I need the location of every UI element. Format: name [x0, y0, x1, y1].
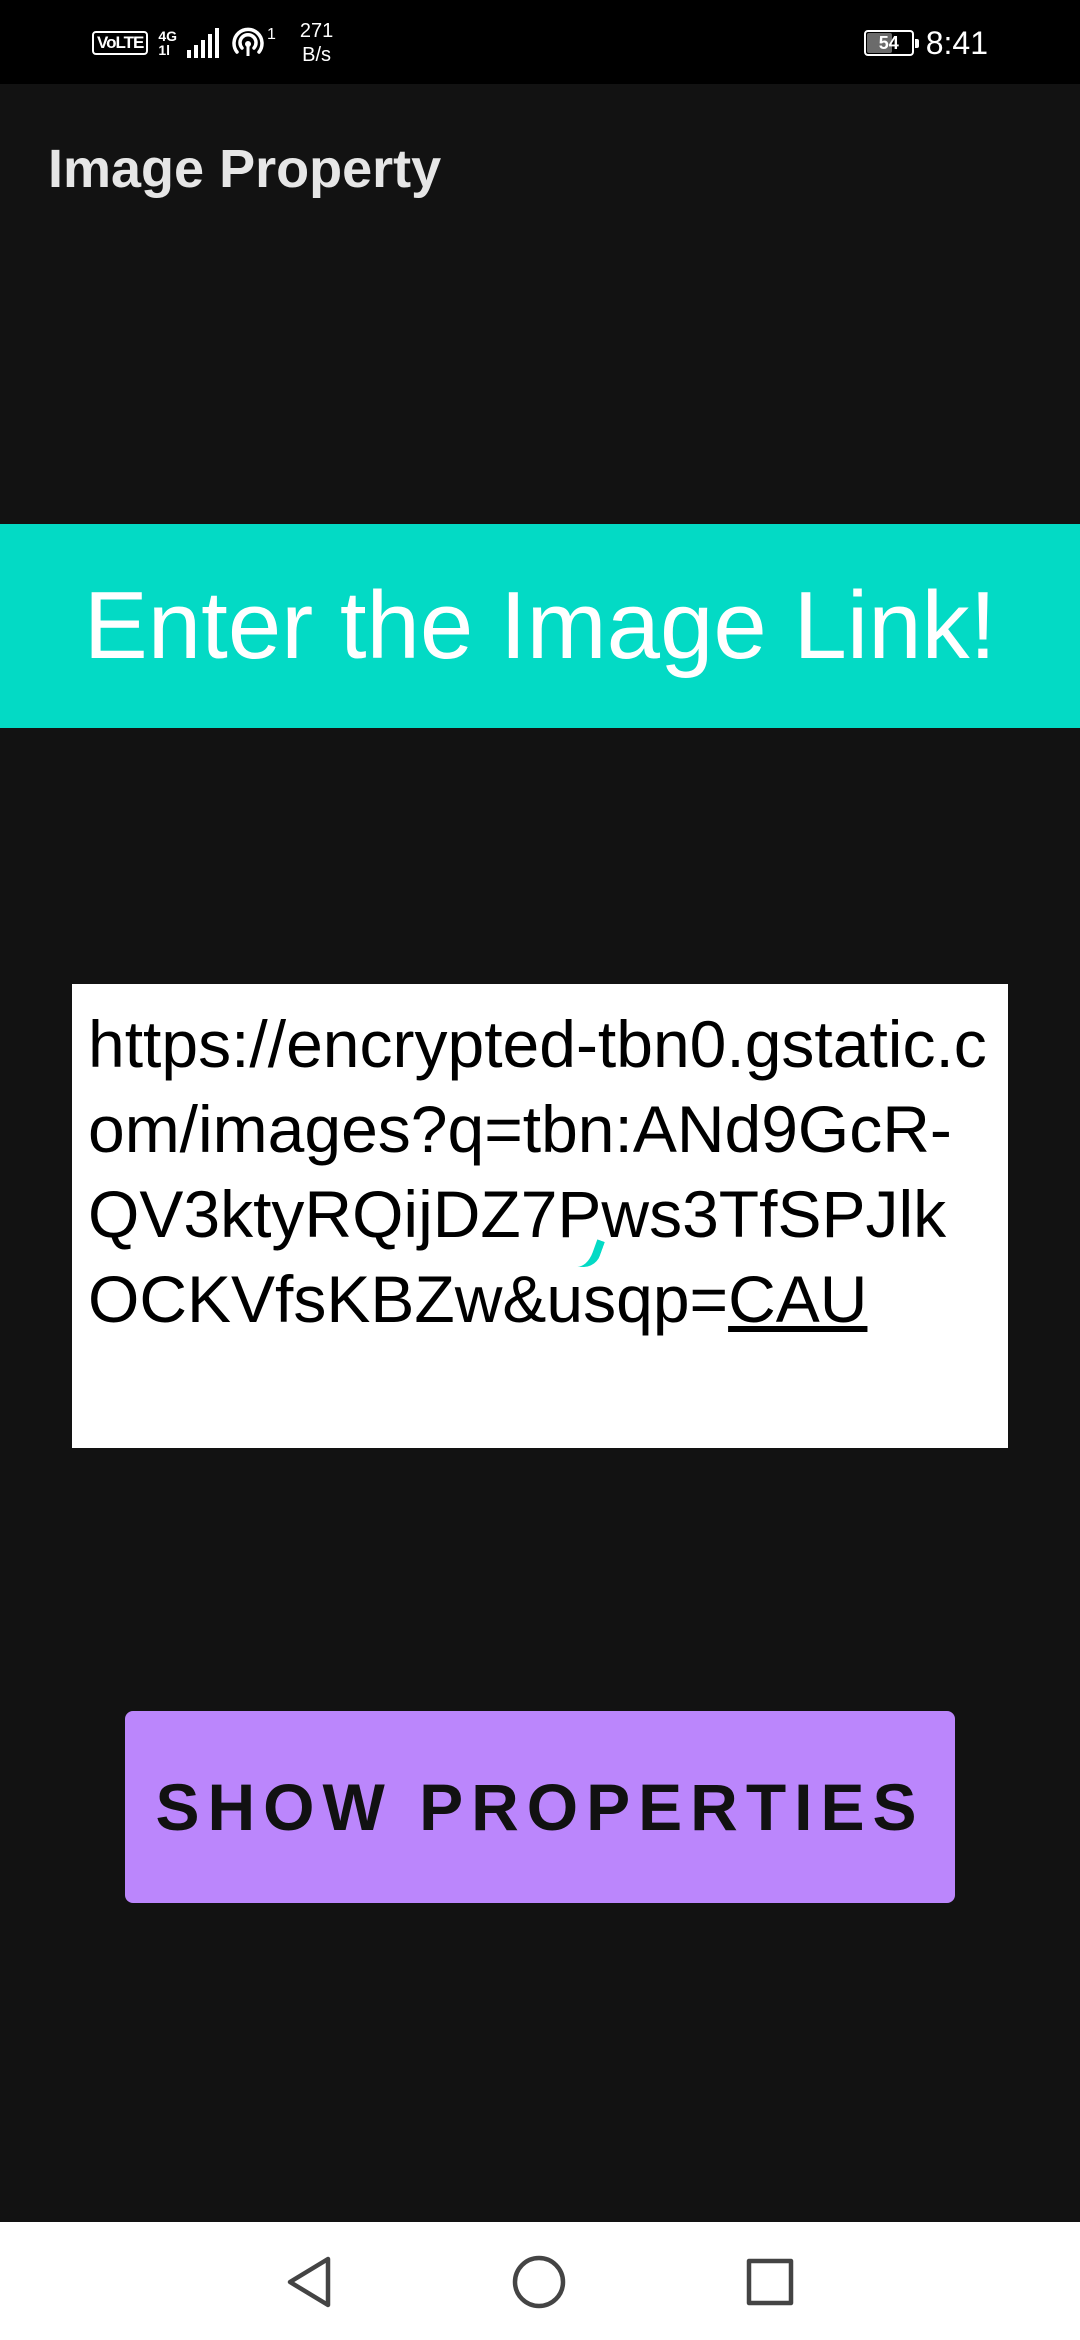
home-circle-icon — [512, 2255, 566, 2309]
show-properties-button[interactable]: SHOW PROPERTIES — [125, 1711, 955, 1903]
hotspot-icon — [232, 27, 264, 56]
nav-recents-button[interactable] — [740, 2252, 800, 2312]
network-type-bottom: 1l — [158, 42, 170, 58]
back-triangle-icon — [287, 2256, 331, 2308]
hotspot-group: 1 — [231, 26, 276, 60]
status-clock: 8:41 — [925, 25, 988, 61]
battery-icon: 54 — [863, 30, 919, 56]
status-bar: VoLTE 4G 1l 1 271 B/s 54 8:41 — [0, 0, 1080, 84]
signal-strength-icon — [187, 28, 219, 58]
volte-icon: VoLTE — [92, 31, 149, 55]
network-type-icon: 4G 1l — [158, 29, 177, 57]
app-bar-title: Image Property — [48, 139, 442, 199]
network-type-top: 4G — [158, 28, 177, 44]
network-speed: 271 B/s — [300, 19, 333, 67]
battery-level: 54 — [878, 32, 899, 53]
instruction-banner-text: Enter the Image Link! — [83, 572, 997, 679]
image-link-underlined-text: CAU — [728, 1262, 868, 1336]
status-bar-right: 54 8:41 — [863, 18, 988, 68]
hotspot-superscript: 1 — [267, 26, 276, 43]
instruction-banner: Enter the Image Link! — [0, 524, 1080, 728]
screen: VoLTE 4G 1l 1 271 B/s 54 8:41 Image Prop… — [0, 0, 1080, 2340]
nav-home-button[interactable] — [509, 2252, 569, 2312]
network-speed-unit: B/s — [302, 44, 332, 66]
network-speed-value: 271 — [299, 20, 334, 42]
recents-square-icon — [746, 2258, 794, 2306]
image-link-input-value: https://encrypted-tbn0.gstatic.com/image… — [88, 1002, 992, 1342]
status-bar-left: VoLTE 4G 1l 1 271 B/s — [92, 18, 333, 68]
navigation-bar — [0, 2222, 1080, 2340]
nav-back-button[interactable] — [279, 2252, 339, 2312]
image-link-input[interactable]: https://encrypted-tbn0.gstatic.com/image… — [72, 984, 1008, 1448]
